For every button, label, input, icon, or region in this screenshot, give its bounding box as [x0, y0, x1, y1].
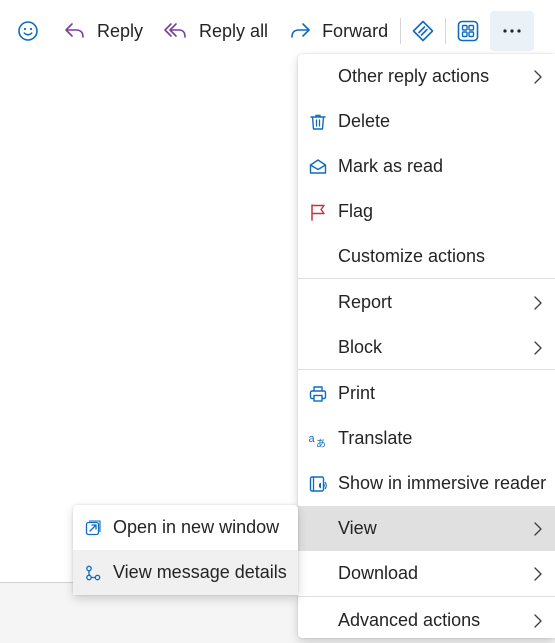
submenu-item-label: View message details [113, 562, 287, 582]
view-submenu: Open in new window View message details [73, 505, 298, 595]
chevron-right-icon [534, 613, 542, 628]
forward-button[interactable]: Forward [282, 11, 394, 51]
menu-item-immersive-reader[interactable]: Show in immersive reader [298, 461, 555, 506]
menu-item-download[interactable]: Download [298, 551, 555, 596]
menu-item-label: Print [338, 383, 376, 403]
menu-item-translate[interactable]: a あ Translate [298, 416, 555, 461]
menu-item-label: Report [338, 292, 393, 312]
menu-item-label: Translate [338, 428, 413, 448]
reply-label: Reply [97, 20, 144, 41]
chevron-right-icon [534, 69, 542, 84]
loop-icon [412, 20, 434, 42]
submenu-item-open-new-window[interactable]: Open in new window [73, 505, 298, 550]
reply-all-label: Reply all [199, 20, 269, 41]
reply-all-icon [164, 23, 186, 38]
menu-item-flag[interactable]: Flag [298, 189, 555, 234]
forward-icon [291, 23, 310, 38]
menu-item-mark-as-read[interactable]: Mark as read [298, 144, 555, 189]
chevron-right-icon [534, 340, 542, 355]
more-actions-menu: Other reply actions Delete Mark as read … [298, 54, 555, 638]
svg-text:あ: あ [316, 438, 326, 449]
envelope-open-icon [309, 158, 327, 174]
menu-item-label: Other reply actions [338, 66, 490, 86]
message-toolbar: Reply Reply all Forward [0, 0, 555, 62]
menu-item-label: Show in immersive reader [338, 473, 547, 493]
menu-item-label: Download [338, 563, 419, 583]
menu-item-label: Delete [338, 111, 391, 131]
message-details-icon [86, 565, 101, 580]
printer-icon [309, 385, 327, 402]
toolbar-divider [445, 18, 447, 44]
chevron-right-icon [534, 566, 542, 581]
menu-item-label: Mark as read [338, 156, 444, 176]
menu-item-customize-actions[interactable]: Customize actions [298, 234, 555, 279]
menu-item-block[interactable]: Block [298, 325, 555, 370]
menu-item-label: Customize actions [338, 246, 486, 266]
toolbar-divider [400, 18, 402, 44]
reply-all-button[interactable]: Reply all [157, 11, 274, 51]
chevron-right-icon [534, 521, 542, 536]
flag-icon [311, 203, 325, 221]
menu-divider [298, 369, 555, 370]
ellipsis-icon [503, 29, 521, 33]
menu-item-label: Flag [338, 201, 374, 221]
menu-divider [298, 596, 555, 597]
translate-icon: a あ [309, 433, 327, 449]
chevron-right-icon [534, 295, 542, 310]
reply-icon [65, 23, 84, 38]
submenu-item-view-message-details[interactable]: View message details [73, 550, 298, 595]
svg-text:a: a [309, 433, 316, 445]
menu-item-label: View [338, 518, 377, 538]
forward-label: Forward [322, 20, 389, 41]
more-actions-button[interactable] [490, 11, 535, 51]
apps-grid-icon [457, 20, 479, 42]
menu-item-other-reply-actions[interactable]: Other reply actions [298, 54, 555, 99]
menu-item-print[interactable]: Print [298, 371, 555, 416]
emoji-reaction-button[interactable] [11, 11, 45, 51]
submenu-item-label: Open in new window [113, 517, 280, 537]
menu-item-advanced-actions[interactable]: Advanced actions [298, 598, 555, 643]
immersive-reader-icon [309, 475, 327, 492]
menu-divider [298, 278, 555, 279]
menu-item-label: Block [338, 337, 383, 357]
trash-icon [310, 114, 326, 130]
menu-item-delete[interactable]: Delete [298, 99, 555, 144]
smiley-icon [18, 21, 38, 41]
apps-button[interactable] [452, 11, 484, 51]
menu-item-label: Advanced actions [338, 610, 481, 630]
loop-button[interactable] [407, 11, 439, 51]
menu-item-view[interactable]: View [298, 506, 555, 551]
open-new-window-icon [85, 519, 101, 535]
reply-button[interactable]: Reply [57, 11, 149, 51]
menu-item-report[interactable]: Report [298, 280, 555, 325]
